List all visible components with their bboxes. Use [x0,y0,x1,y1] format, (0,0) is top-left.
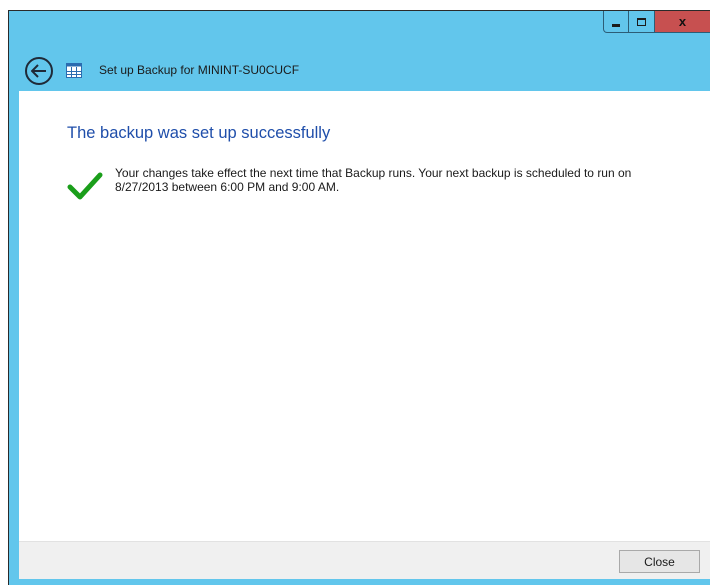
window-close-button[interactable]: x [655,11,710,33]
back-button[interactable] [25,57,53,85]
wizard-nav-bar: Set up Backup for MININT-SU0CUCF [9,51,710,91]
back-arrow-icon [31,64,46,78]
minimize-icon [612,24,620,27]
minimize-button[interactable] [603,11,629,33]
maximize-icon [637,17,646,26]
success-message: Your changes take effect the next time t… [115,166,632,194]
backup-wizard-window: x Set up Backup for MININT-SU0CUCF The b… [8,10,710,585]
wizard-content: The backup was set up successfully Your … [19,91,710,541]
close-button[interactable]: Close [619,550,700,573]
backup-app-icon [66,63,82,78]
maximize-button[interactable] [629,11,655,33]
checkmark-icon [67,172,103,200]
page-heading: The backup was set up successfully [67,124,331,142]
wizard-footer: Close [19,541,710,579]
wizard-title: Set up Backup for MININT-SU0CUCF [99,63,300,77]
close-icon: x [678,14,687,29]
title-bar: x [9,11,710,37]
